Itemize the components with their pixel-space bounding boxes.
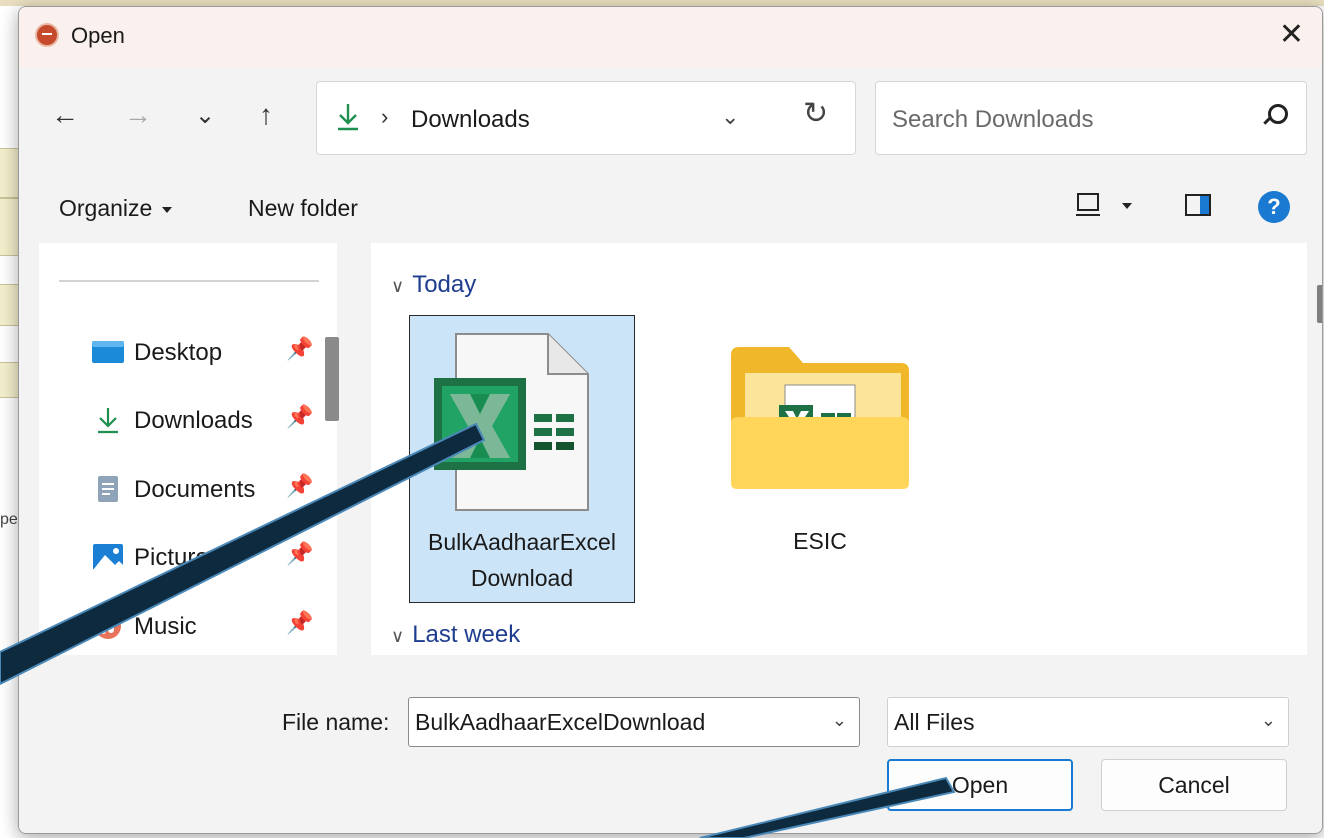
collapse-chevron-icon: ∨ xyxy=(391,276,405,296)
forward-button[interactable]: → xyxy=(124,99,152,131)
documents-icon xyxy=(98,476,118,502)
file-name-label: File name: xyxy=(282,709,390,735)
desktop-icon xyxy=(92,341,124,363)
search-box xyxy=(875,81,1307,155)
sidebar-divider xyxy=(59,280,319,282)
sidebar-item-label: Music xyxy=(134,613,197,640)
search-input[interactable] xyxy=(890,102,1234,138)
open-file-dialog: Open ✕ ← → ⌄ ↑ › Downloads ⌄ ↻ Organize … xyxy=(18,6,1323,834)
group-header-last-week[interactable]: ∨ Last week xyxy=(391,621,520,649)
command-bar: Organize New folder xyxy=(19,177,1322,243)
open-button[interactable]: Open xyxy=(887,759,1073,811)
organize-button[interactable]: Organize xyxy=(59,195,173,222)
address-dropdown-button[interactable]: ⌄ xyxy=(721,104,739,130)
background-text: pe xyxy=(0,511,18,528)
downloads-icon xyxy=(98,408,118,434)
search-icon[interactable] xyxy=(1268,104,1288,124)
sidebar-item-label: Documents xyxy=(134,476,256,503)
pin-icon[interactable]: 📌 xyxy=(286,610,313,636)
title-bar: Open ✕ xyxy=(19,7,1322,67)
chevron-down-icon: ⌄ xyxy=(1260,710,1276,730)
file-name-line-1: BulkAadhaarExcel xyxy=(428,529,616,555)
pictures-icon xyxy=(93,544,123,570)
folder-icon xyxy=(731,347,909,489)
organize-label: Organize xyxy=(59,195,153,221)
sidebar-item-desktop[interactable]: Desktop 📌 xyxy=(39,324,337,380)
new-folder-button[interactable]: New folder xyxy=(248,195,358,222)
group-label: Today xyxy=(412,271,477,298)
music-icon xyxy=(95,613,121,639)
downloads-icon xyxy=(338,104,358,131)
navigation-pane: Desktop 📌 Downloads 📌 Documents 📌 Pictur… xyxy=(39,243,337,655)
file-name-line-2: Download xyxy=(470,565,574,591)
file-type-select[interactable]: All Files ⌄ xyxy=(887,697,1289,747)
help-icon[interactable]: ? xyxy=(1258,191,1290,223)
file-list: ∨ Today BulkAadhaarExcel Download ESIC ∨… xyxy=(371,243,1307,655)
pin-icon[interactable]: 📌 xyxy=(286,336,313,362)
pin-icon[interactable]: 📌 xyxy=(286,473,313,499)
file-item-bulkaadhaarexceldownload[interactable]: BulkAadhaarExcel Download xyxy=(409,315,635,603)
file-name-value: BulkAadhaarExcelDownload xyxy=(415,709,706,735)
caret-down-icon xyxy=(162,206,173,213)
dialog-footer: File name: BulkAadhaarExcelDownload ⌄ Al… xyxy=(19,655,1322,833)
group-label: Last week xyxy=(412,621,521,648)
cancel-button[interactable]: Cancel xyxy=(1101,759,1287,811)
file-list-scrollbar[interactable] xyxy=(1317,285,1322,323)
file-item-esic[interactable]: ESIC xyxy=(707,315,933,603)
sidebar-item-pictures[interactable]: Pictures 📌 xyxy=(39,529,337,585)
view-options-caret-icon[interactable] xyxy=(1122,203,1132,209)
pin-icon[interactable]: 📌 xyxy=(286,404,313,430)
up-button[interactable]: ↑ xyxy=(259,99,273,131)
sidebar-item-label: Desktop xyxy=(134,339,223,366)
recent-locations-button[interactable]: ⌄ xyxy=(195,101,215,130)
dialog-title: Open xyxy=(71,23,125,48)
change-view-icon[interactable] xyxy=(1076,193,1100,216)
group-header-today[interactable]: ∨ Today xyxy=(391,271,476,299)
sidebar-item-label: Downloads xyxy=(134,407,253,434)
sidebar-item-downloads[interactable]: Downloads 📌 xyxy=(39,392,337,448)
close-button[interactable]: ✕ xyxy=(1279,17,1304,52)
preview-pane-icon[interactable] xyxy=(1185,194,1211,216)
breadcrumb-separator: › xyxy=(381,104,389,129)
file-type-value: All Files xyxy=(894,709,975,735)
excel-file-icon xyxy=(434,333,589,511)
sidebar-item-music[interactable]: Music 📌 xyxy=(39,598,337,654)
refresh-button[interactable]: ↻ xyxy=(803,96,828,131)
pin-icon[interactable]: 📌 xyxy=(286,541,313,567)
breadcrumb-downloads[interactable]: Downloads xyxy=(411,106,530,134)
back-button[interactable]: ← xyxy=(51,99,79,131)
navigation-pane-scrollbar[interactable] xyxy=(325,337,339,421)
navigation-bar: ← → ⌄ ↑ › Downloads ⌄ ↻ xyxy=(19,67,1322,177)
app-logo-icon xyxy=(35,23,59,47)
file-name-line-1: ESIC xyxy=(793,528,847,554)
file-name-field[interactable]: BulkAadhaarExcelDownload ⌄ xyxy=(408,697,860,747)
chevron-down-icon[interactable]: ⌄ xyxy=(832,710,847,731)
sidebar-item-label: Pictures xyxy=(134,544,221,571)
collapse-chevron-icon: ∨ xyxy=(391,626,405,646)
address-bar[interactable]: › Downloads ⌄ ↻ xyxy=(316,81,856,155)
sidebar-item-documents[interactable]: Documents 📌 xyxy=(39,461,337,517)
